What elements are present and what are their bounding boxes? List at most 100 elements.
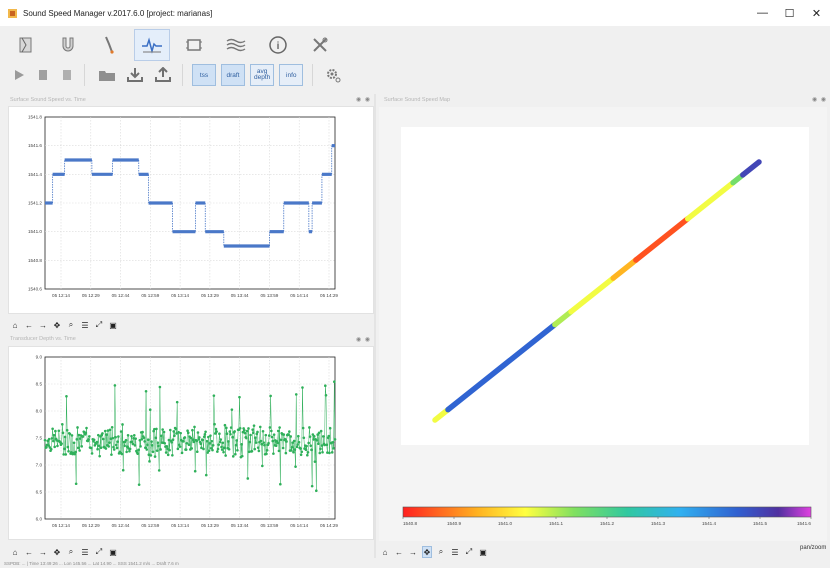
pan-icon[interactable]: ✥: [422, 546, 432, 558]
configure-icon[interactable]: ☰: [80, 319, 90, 331]
zoom-icon[interactable]: ⌕: [66, 319, 76, 331]
y-tick-label: 1541.0: [28, 229, 42, 234]
depth-data-point: [324, 384, 327, 387]
edit-axes-icon[interactable]: ⤢: [464, 546, 474, 558]
back-icon[interactable]: ←: [24, 319, 34, 331]
back-icon[interactable]: ←: [24, 546, 34, 558]
depth-data-point: [158, 385, 162, 389]
depth-data-point: [236, 448, 239, 452]
zoom-icon[interactable]: ⌕: [66, 546, 76, 558]
depth-data-point: [151, 450, 155, 454]
depth-data-point: [212, 394, 216, 397]
maximize-button[interactable]: ☐: [776, 0, 803, 26]
depth-data-point: [51, 427, 54, 431]
monitor-waveform-icon: [142, 37, 162, 54]
tab-tools[interactable]: [302, 29, 338, 61]
open-folder-button[interactable]: [94, 64, 120, 86]
pause-button[interactable]: [32, 64, 54, 86]
configure-icon[interactable]: ☰: [450, 546, 460, 558]
save-icon[interactable]: ▣: [478, 546, 488, 558]
depth-data-point: [52, 433, 56, 437]
depth-data-point: [128, 449, 131, 453]
depth-data-point: [155, 449, 159, 452]
back-icon[interactable]: ←: [394, 546, 404, 558]
depth-data-point: [78, 449, 81, 452]
zoom-icon[interactable]: ⌕: [436, 546, 446, 558]
download-button[interactable]: [122, 64, 148, 86]
depth-data-point: [308, 435, 312, 438]
depth-data-point: [265, 448, 269, 452]
main-tab-toolbar: i: [8, 29, 338, 61]
x-tick-label: 05 12:44: [112, 293, 130, 298]
y-tick-label: 1540.8: [28, 258, 42, 263]
y-tick-label: 9.0: [36, 355, 43, 360]
home-icon[interactable]: ⌂: [10, 319, 20, 331]
colorbar-tick-label: 1540.8: [403, 521, 417, 526]
tab-monitor[interactable]: [134, 29, 170, 61]
forward-icon[interactable]: →: [38, 319, 48, 331]
gear-icon: [327, 69, 341, 83]
depth-data-point: [222, 446, 226, 450]
upload-button[interactable]: [150, 64, 176, 86]
depth-data-point: [213, 422, 216, 426]
depth-data-point: [260, 442, 263, 446]
info-toggle-button[interactable]: info: [279, 64, 304, 86]
tab-waves[interactable]: [218, 29, 254, 61]
tab-info[interactable]: i: [260, 29, 296, 61]
draft-toggle-button[interactable]: draft: [221, 64, 245, 86]
minimize-button[interactable]: —: [749, 0, 776, 26]
edit-axes-icon[interactable]: ⤢: [94, 546, 104, 558]
x-tick-label: 05 14:14: [290, 293, 308, 298]
tss-toggle-button[interactable]: tss: [192, 64, 216, 86]
tab-magnet[interactable]: [50, 29, 86, 61]
scatter-panel-controls[interactable]: ◉ ◉: [812, 96, 827, 103]
settings-button[interactable]: [322, 64, 344, 86]
depth-data-point: [49, 447, 53, 451]
depth-chart[interactable]: 9.0 8.5 8.0 7.5 7.0 6.5 6.0 05 12:14 05 12:29 05 …: [9, 347, 373, 539]
save-icon[interactable]: ▣: [108, 319, 118, 331]
depth-data-point: [65, 394, 68, 398]
depth-data-point: [157, 444, 160, 448]
x-tick-label: 05 12:44: [112, 523, 130, 528]
depth-data-point: [162, 430, 166, 434]
sss-panel-controls[interactable]: ◉ ◉: [356, 96, 371, 103]
home-icon[interactable]: ⌂: [10, 546, 20, 558]
depth-data-point: [209, 434, 212, 437]
depth-data-point: [142, 436, 146, 440]
home-icon[interactable]: ⌂: [380, 546, 390, 558]
tab-database[interactable]: [8, 29, 44, 61]
y-tick-label: 1540.6: [28, 287, 42, 292]
waves-icon: [226, 38, 246, 52]
sss-chart[interactable]: 1541.8 1541.6 1541.4 1541.2 1541.0 1540.8 1540…: [9, 107, 373, 313]
depth-data-point: [320, 444, 324, 447]
depth-data-point: [87, 438, 90, 441]
x-tick-label: 05 14:14: [290, 523, 308, 528]
close-button[interactable]: ✕: [803, 0, 830, 26]
tab-server[interactable]: [176, 29, 212, 61]
start-button[interactable]: [8, 64, 30, 86]
save-icon[interactable]: ▣: [108, 546, 118, 558]
stop-button[interactable]: [56, 64, 78, 86]
scatter-chart[interactable]: 1540.8 1540.9 1541.0 1541.1 1541.2 1541.3 1541…: [379, 107, 827, 541]
tab-probe[interactable]: [92, 29, 128, 61]
tools-icon: [313, 37, 328, 52]
depth-data-point: [96, 447, 99, 451]
configure-icon[interactable]: ☰: [80, 546, 90, 558]
forward-icon[interactable]: →: [38, 546, 48, 558]
depth-data-point: [145, 448, 149, 451]
depth-data-point: [108, 441, 111, 444]
pan-icon[interactable]: ✥: [52, 546, 62, 558]
depth-data-point: [290, 449, 293, 452]
edit-axes-icon[interactable]: ⤢: [94, 319, 104, 331]
depth-panel-controls[interactable]: ◉ ◉: [356, 336, 371, 343]
svg-text:i: i: [277, 41, 280, 52]
depth-data-point: [92, 438, 96, 442]
pan-icon[interactable]: ✥: [52, 319, 62, 331]
depth-data-point: [254, 441, 258, 444]
avg-depth-toggle-button[interactable]: avg depth: [250, 64, 275, 86]
forward-icon[interactable]: →: [408, 546, 418, 558]
depth-data-point: [90, 452, 94, 455]
panel-splitter[interactable]: [374, 94, 376, 558]
depth-data-point: [126, 434, 130, 437]
depth-data-point: [110, 425, 114, 429]
